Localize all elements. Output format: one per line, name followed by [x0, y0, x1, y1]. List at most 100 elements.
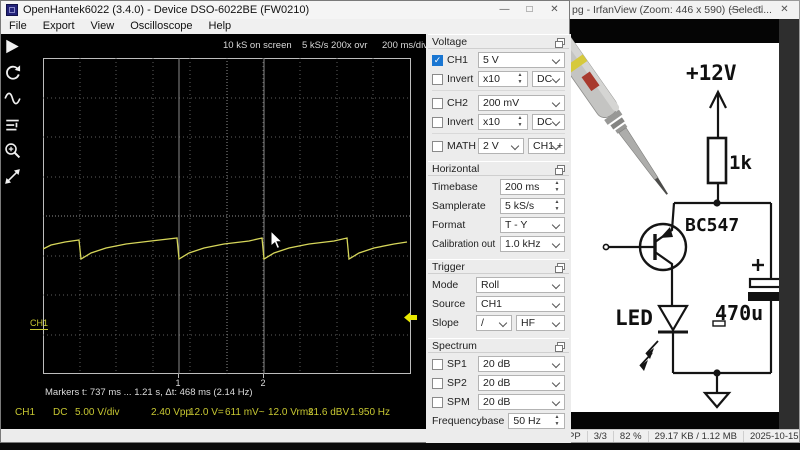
minimize-button[interactable]: —	[722, 1, 747, 19]
zoom-icon[interactable]	[4, 142, 21, 159]
status-index: 3/3	[588, 431, 614, 442]
samplerate-spinner[interactable]: 5 kS/s▲▼	[500, 198, 565, 214]
menu-oscilloscope[interactable]: Oscilloscope	[122, 19, 200, 34]
samples-on-screen: 10 kS on screen	[223, 40, 292, 51]
sp1-label: SP1	[447, 358, 467, 370]
circuit-supply-label: +12V	[686, 61, 737, 85]
math-gain-select[interactable]: 2 V	[478, 138, 524, 154]
timebase-label: Timebase	[432, 181, 496, 193]
ch1-invert-checkbox[interactable]	[432, 74, 443, 85]
meas-vdc: 12.0 V=	[189, 407, 224, 418]
spinner-buttons[interactable]: ▲▼	[515, 115, 525, 129]
ch2-coupling-select[interactable]: DC	[532, 114, 565, 130]
status-datetime: 2025-10-15 / 17:46:12	[744, 431, 799, 442]
ch2-checkbox[interactable]	[432, 98, 443, 109]
start-sampling-icon[interactable]	[4, 38, 21, 55]
trigger-level-arrow[interactable]	[404, 312, 418, 324]
irfanview-canvas[interactable]: +12V 1k BC547 LED 470u	[566, 19, 799, 431]
math-label: MATH	[447, 140, 476, 152]
trigger-source-select[interactable]: CH1	[476, 296, 565, 312]
openhantek-window: OpenHantek6022 (3.4.0) - Device DSO-6022…	[0, 0, 570, 443]
spm-magnitude-select[interactable]: 20 dB	[478, 394, 565, 410]
circuit-schematic	[566, 19, 779, 431]
menu-help[interactable]: Help	[201, 19, 240, 34]
maximize-button[interactable]: □	[517, 1, 542, 19]
spinner-buttons[interactable]: ▲▼	[552, 414, 562, 428]
samplerate-overlay: 5 kS/s 200x ovr	[302, 40, 367, 51]
screen: pg - IrfanView (Zoom: 446 x 590) (Select…	[0, 0, 800, 450]
ch2-gain-select[interactable]: 200 mV	[478, 95, 565, 111]
trigger-mode-label: Mode	[432, 279, 472, 291]
format-select[interactable]: T - Y	[500, 217, 565, 233]
circuit-cap-label: 470u	[715, 301, 763, 325]
horizontal-panel: Horizontal Timebase 200 ms▲▼ Samplerate …	[428, 161, 569, 256]
menu-view[interactable]: View	[83, 19, 123, 34]
sp1-magnitude-select[interactable]: 20 dB	[478, 356, 565, 372]
close-button[interactable]: ✕	[542, 1, 567, 19]
voltage-panel-title: Voltage	[432, 36, 467, 48]
spm-label: SPM	[447, 396, 470, 408]
format-label: Format	[432, 219, 496, 231]
openhantek-title: OpenHantek6022 (3.4.0) - Device DSO-6022…	[23, 1, 309, 19]
spinner-buttons[interactable]: ▲▼	[552, 199, 562, 213]
marker-1-label[interactable]: 1	[174, 374, 182, 388]
ch2-invert-checkbox[interactable]	[432, 117, 443, 128]
trigger-panel: Trigger Mode Roll Source CH1 Slope / HF	[428, 259, 569, 335]
trigger-filter-select[interactable]: HF	[516, 315, 565, 331]
frequencybase-label: Frequencybase	[432, 415, 504, 427]
float-panel-icon[interactable]	[557, 263, 565, 270]
marker-2-label[interactable]: 2	[259, 374, 267, 388]
timebase-overlay: 200 ms/div	[382, 40, 428, 51]
measurements-bar: CH1 DC 5.00 V/div 2.40 Vpp 12.0 V= 611 m…	[1, 407, 426, 423]
canvas-background	[779, 19, 799, 431]
meas-freq: 1.950 Hz	[350, 407, 390, 418]
menu-file[interactable]: File	[1, 19, 35, 34]
math-checkbox[interactable]	[432, 141, 443, 152]
ch1-offset-tag[interactable]: CH1	[30, 318, 48, 330]
ch1-label: CH1	[447, 54, 468, 66]
minimize-button[interactable]: —	[492, 1, 517, 19]
dock-panels: Voltage ✓CH1 5 V Invert x10▲▼ DC CH2 200	[426, 34, 571, 444]
frequencybase-spinner[interactable]: 50 Hz▲▼	[508, 413, 565, 429]
close-button[interactable]: ✕	[772, 1, 797, 19]
sp1-checkbox[interactable]	[432, 359, 443, 370]
offset-levels-icon[interactable]	[4, 116, 21, 133]
maximize-button[interactable]: □	[747, 1, 772, 19]
menu-export[interactable]: Export	[35, 19, 83, 34]
meas-vac: 611 mV~	[225, 407, 265, 418]
voltage-panel: Voltage ✓CH1 5 V Invert x10▲▼ DC CH2 200	[428, 34, 569, 158]
circuit-led-label: LED	[615, 306, 653, 330]
status-filesize: 29.17 KB / 1.12 MB	[649, 431, 744, 442]
taskbar[interactable]	[0, 443, 800, 450]
trigger-slope-select[interactable]: /	[476, 315, 512, 331]
ch1-probe-spinner[interactable]: x10▲▼	[478, 71, 528, 87]
sp2-checkbox[interactable]	[432, 378, 443, 389]
float-panel-icon[interactable]	[557, 165, 565, 172]
ch1-coupling-select[interactable]: DC	[532, 71, 565, 87]
timebase-spinner[interactable]: 200 ms▲▼	[500, 179, 565, 195]
voltage-waveform-icon[interactable]	[4, 90, 21, 107]
meas-coupling: DC	[53, 407, 67, 418]
markers-readout: Markers t: 737 ms ... 1.21 s, Δt: 468 ms…	[45, 387, 253, 398]
openhantek-titlebar[interactable]: OpenHantek6022 (3.4.0) - Device DSO-6022…	[1, 1, 569, 19]
math-mode-select[interactable]: CH1 + CH2	[528, 138, 565, 154]
refresh-icon[interactable]	[4, 64, 21, 81]
horizontal-panel-title: Horizontal	[432, 163, 479, 175]
spm-checkbox[interactable]	[432, 397, 443, 408]
ch2-probe-spinner[interactable]: x10▲▼	[478, 114, 528, 130]
meas-channel: CH1	[15, 407, 35, 418]
sp2-magnitude-select[interactable]: 20 dB	[478, 375, 565, 391]
float-panel-icon[interactable]	[557, 38, 565, 45]
trigger-mode-select[interactable]: Roll	[476, 277, 565, 293]
calibration-select[interactable]: 1.0 kHz	[500, 236, 565, 252]
trigger-slope-label: Slope	[432, 317, 472, 329]
measure-cursors-icon[interactable]	[4, 168, 21, 185]
trigger-source-label: Source	[432, 298, 472, 310]
ch1-gain-select[interactable]: 5 V	[478, 52, 565, 68]
irfanview-titlebar[interactable]: pg - IrfanView (Zoom: 446 x 590) (Select…	[566, 1, 799, 19]
spinner-buttons[interactable]: ▲▼	[515, 72, 525, 86]
circuit-transistor-label: BC547	[685, 215, 739, 236]
float-panel-icon[interactable]	[557, 342, 565, 349]
ch1-checkbox[interactable]: ✓	[432, 55, 443, 66]
spinner-buttons[interactable]: ▲▼	[552, 180, 562, 194]
